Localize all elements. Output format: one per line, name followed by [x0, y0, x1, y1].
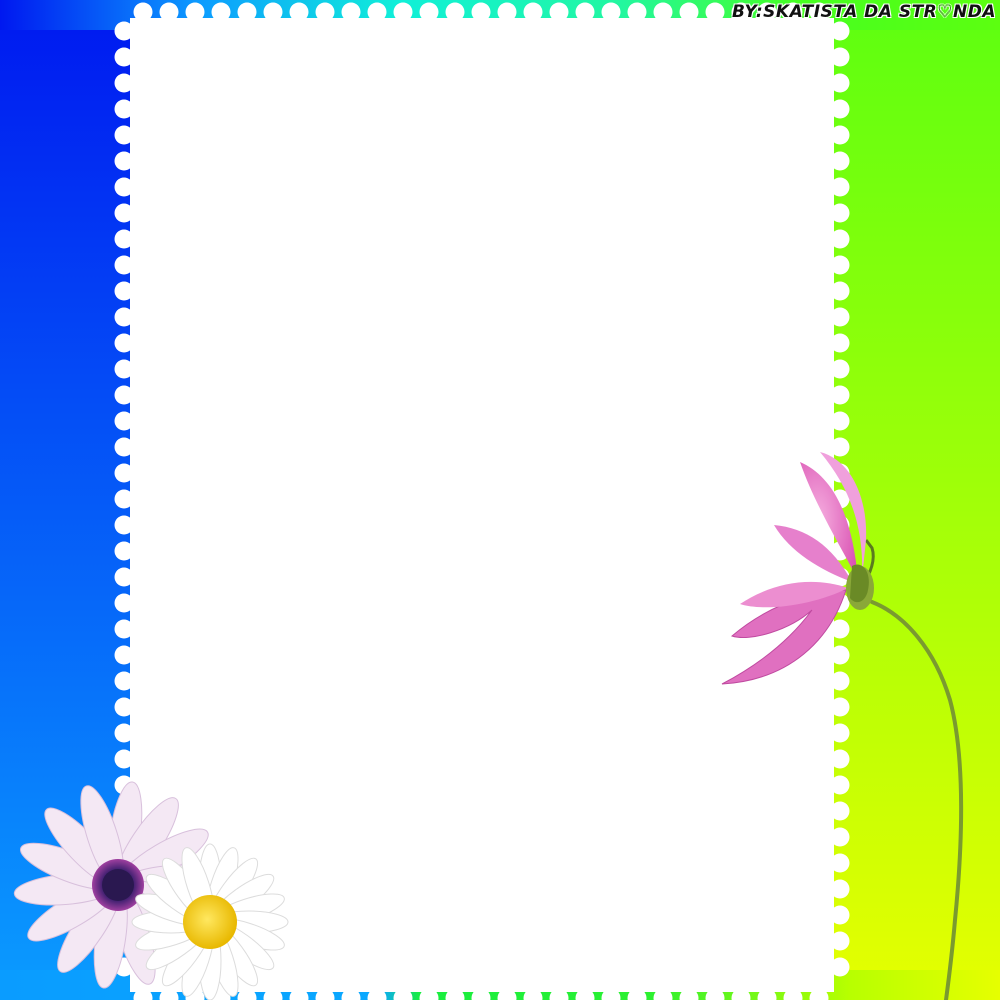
credit-watermark: BY:SKATISTA DA STR♡NDA: [732, 2, 996, 22]
frame-artwork: [0, 0, 1000, 1000]
photo-frame-canvas: BY:SKATISTA DA STR♡NDA: [0, 0, 1000, 1000]
photo-area: [114, 2, 850, 1000]
